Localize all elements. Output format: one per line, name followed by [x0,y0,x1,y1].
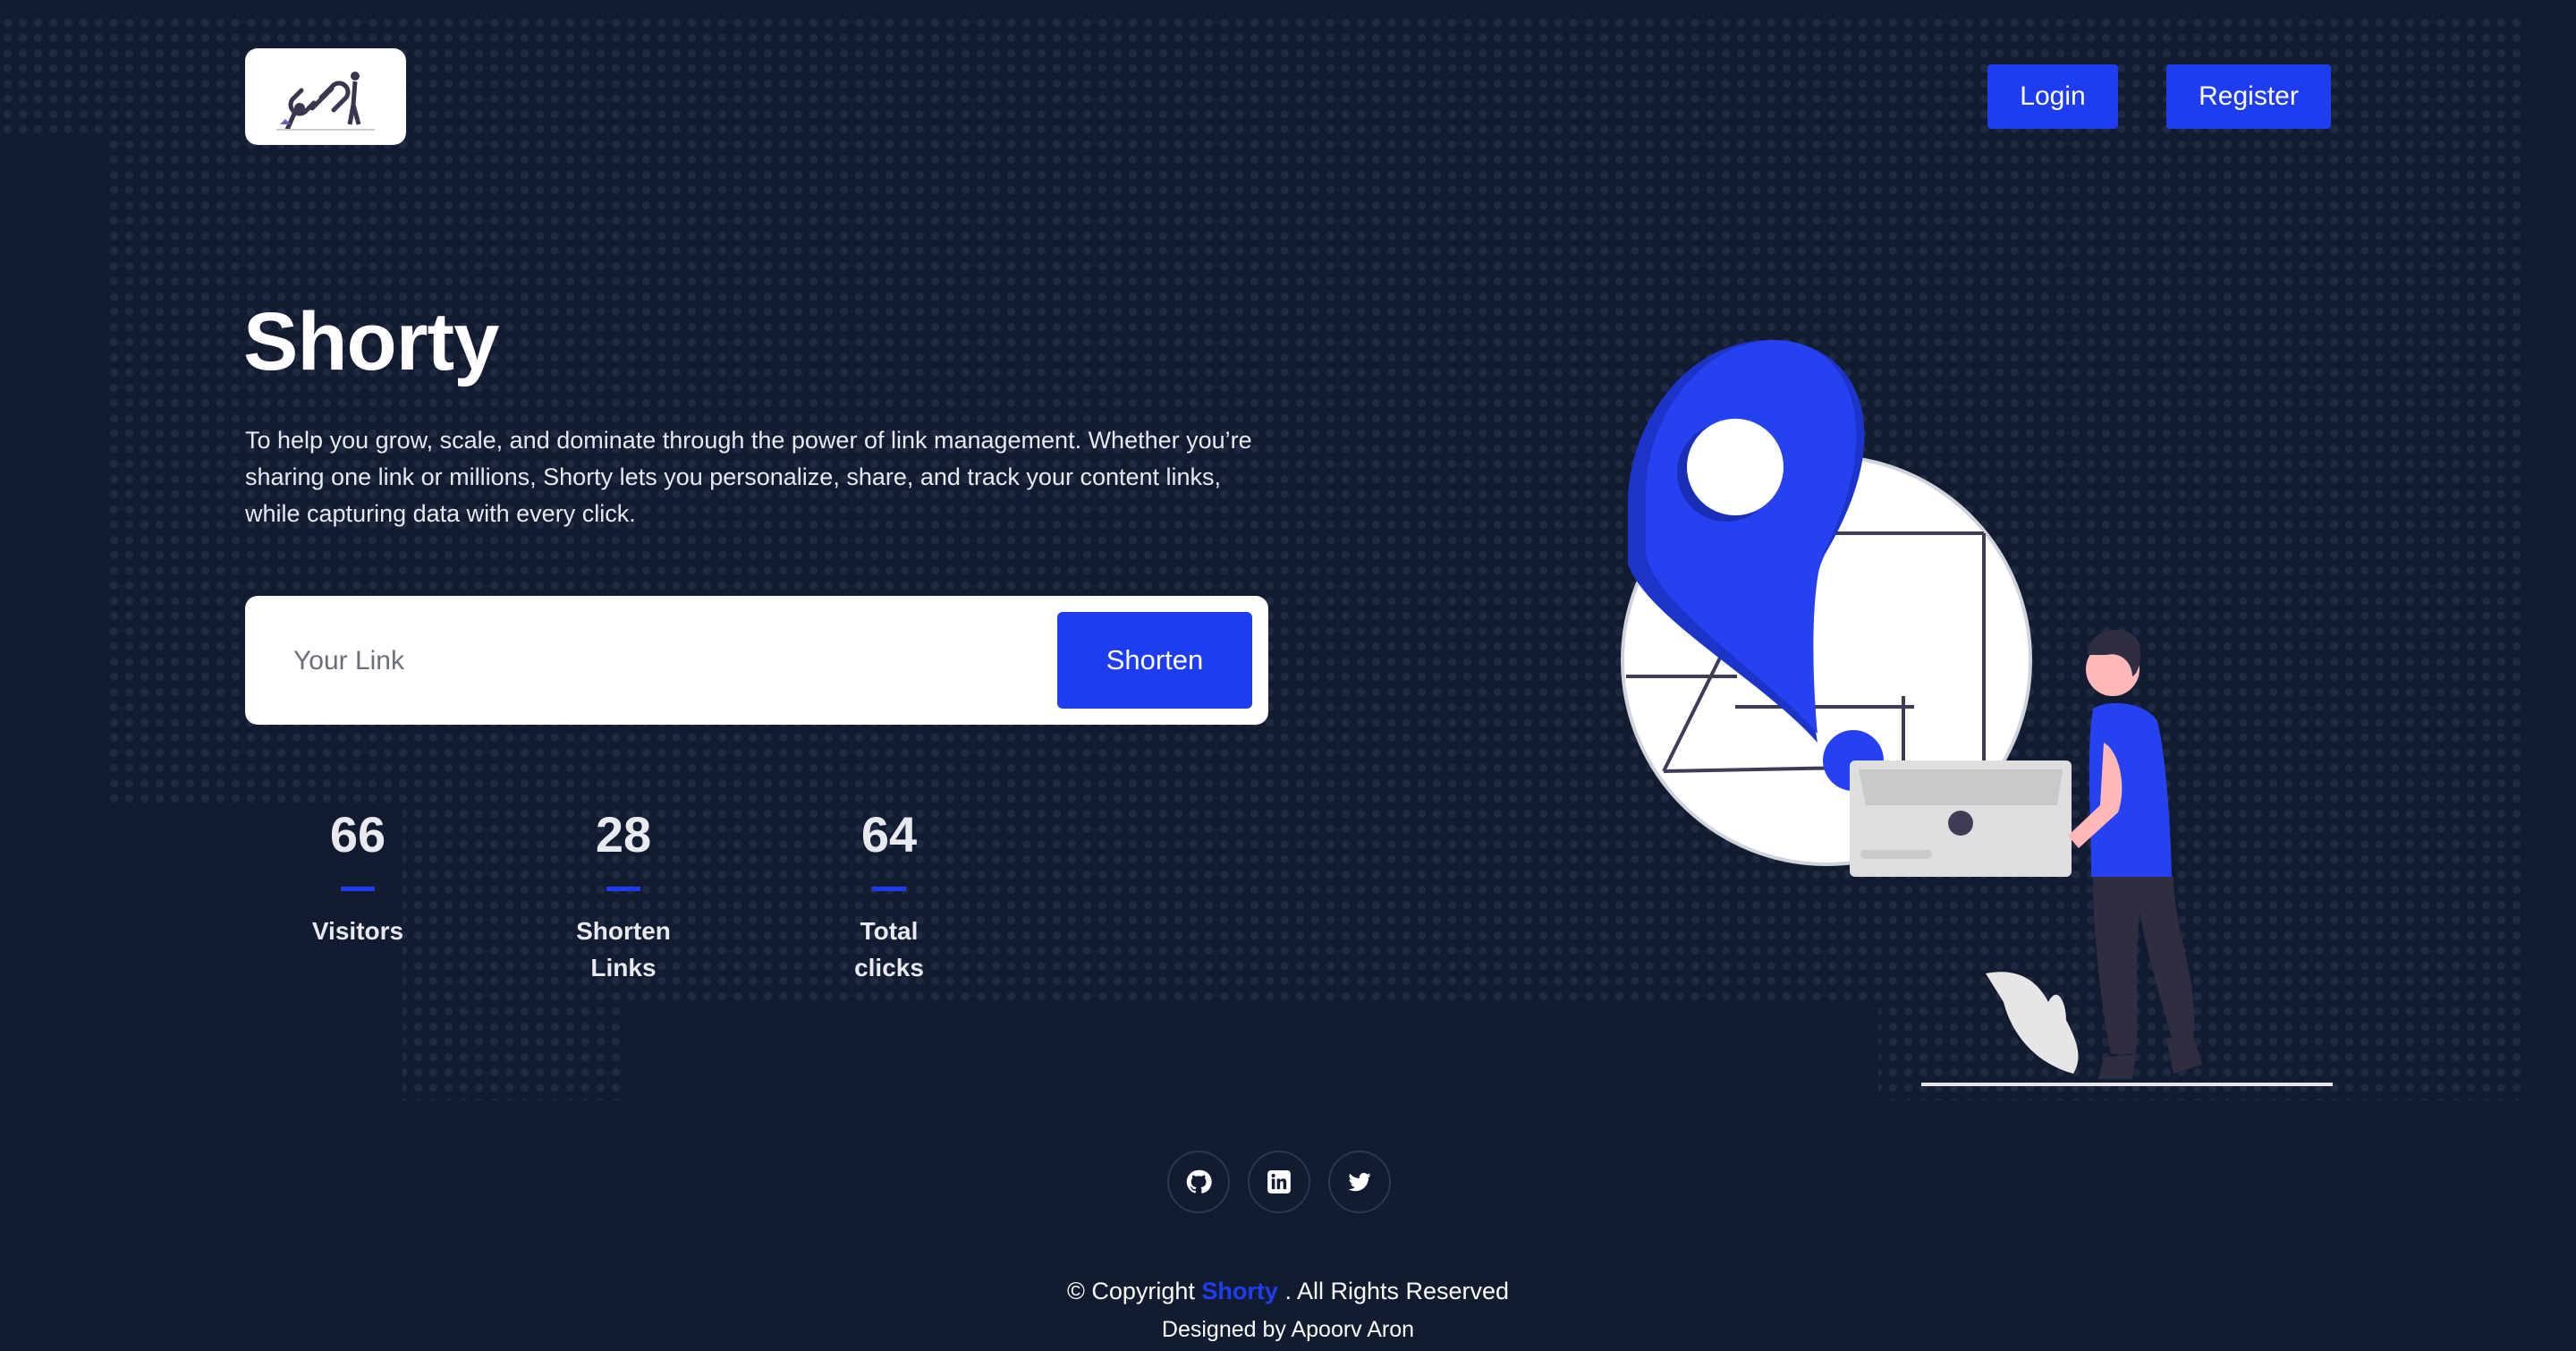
stat-divider [606,887,640,891]
stat-visitors: 66 Visitors [259,805,456,949]
logo[interactable] [245,48,406,145]
footer-designer: Designed by Apoorv Aron [1161,1317,1415,1342]
shorten-button[interactable]: Shorten [1057,612,1252,709]
stat-label: Shorten Links [576,917,671,981]
copyright-suffix: . All Rights Reserved [1284,1278,1510,1304]
hero-description: To help you grow, scale, and dominate th… [245,427,1252,527]
linkedin-icon [1267,1170,1291,1194]
github-link[interactable] [1167,1151,1230,1213]
login-button[interactable]: Login [1987,64,2118,129]
stat-label: Total clicks [854,917,924,981]
page-title: Shorty [243,296,499,387]
link-input[interactable] [292,628,1011,694]
twitter-icon [1348,1172,1371,1192]
footer-brand-link[interactable]: Shorty [1201,1278,1278,1304]
github-icon [1186,1169,1212,1194]
register-button[interactable]: Register [2166,64,2331,129]
stat-value: 28 [595,806,652,862]
stat-value: 66 [329,806,386,862]
stat-divider [872,887,906,891]
shorten-form: Shorten [245,596,1268,725]
stat-total-clicks: 64 Total clicks [791,805,987,986]
twitter-link[interactable] [1328,1151,1391,1213]
linkedin-link[interactable] [1248,1151,1310,1213]
stat-divider [341,887,375,891]
copyright-prefix: © Copyright [1066,1278,1195,1304]
stat-value: 64 [860,806,918,862]
chain-link-logo-icon [276,72,375,132]
stat-shorten-links: 28 Shorten Links [525,805,722,986]
location-pin-illustration [1621,340,2333,1086]
stat-label: Visitors [311,917,404,945]
footer-copyright: © Copyright Shorty . All Rights Reserved [0,1278,2576,1305]
